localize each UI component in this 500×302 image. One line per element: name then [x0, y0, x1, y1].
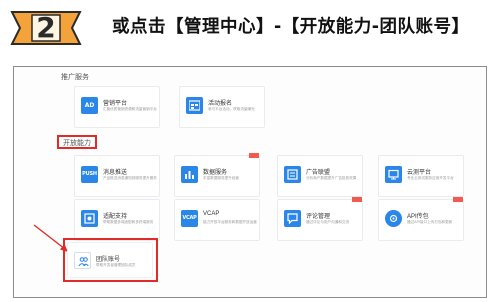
open-card-push[interactable]: PUSH 消息推送 产品推送消息通知到服务提升服务 — [74, 155, 160, 197]
new-tag — [453, 197, 463, 202]
step-number-badge: 2 — [8, 8, 84, 48]
step-number: 2 — [36, 11, 56, 44]
open-card-ad-union[interactable]: 广告联盟 分析商户数据提升广告投放效果 — [277, 155, 363, 197]
open-card-vcap[interactable]: VCAP VCAP 能力开放平台服务和数据开放运营 — [174, 199, 260, 241]
card-desc: 丰富数据服务提升经营 — [203, 176, 239, 180]
section-open-label: 开放能力 — [63, 140, 91, 147]
card-desc: 产品推送消息通知到服务提升服务 — [103, 176, 157, 180]
card-desc: 能力开放平台服务和数据开放运营 — [203, 220, 257, 224]
section-open-highlight: 开放能力 — [57, 135, 97, 149]
open-card-api[interactable]: API传包 通过API接口上传打包和更新 — [378, 197, 464, 241]
review-icon — [284, 210, 301, 227]
management-center-screenshot: 推广服务 AD 营销平台 汇聚优质营销资源和流量营销平台 活动报名 参与平台活动… — [13, 66, 487, 298]
team-users-icon — [74, 252, 91, 269]
cloud-monitor-icon — [385, 166, 402, 183]
api-icon — [385, 210, 402, 227]
card-title: 云测平台 — [407, 170, 432, 176]
card-title: 数据服务 — [203, 170, 228, 176]
section-promo-label: 推广服务 — [61, 74, 89, 81]
card-title: VCAP — [203, 211, 220, 217]
promo-card-activity[interactable]: 活动报名 参与平台活动，获取流量曝光 — [179, 86, 265, 128]
card-title: 适配支持 — [103, 214, 128, 220]
activity-grid-icon — [186, 97, 203, 114]
card-desc: 专业云测试服务应用开发平台 — [407, 176, 454, 180]
card-title: API传包 — [407, 214, 429, 220]
card-desc: 汇聚优质营销资源和流量营销平台 — [103, 107, 157, 111]
card-desc: 参与平台活动，获取流量曝光 — [208, 107, 255, 111]
open-card-cloud-test[interactable]: 云测平台 专业云测试服务应用开发平台 — [378, 155, 464, 197]
team-account-highlight: 团队账号 帮助开发者管理团队成员 — [63, 238, 158, 282]
data-chart-icon — [181, 166, 198, 183]
push-icon: PUSH — [81, 166, 98, 183]
card-title: 消息推送 — [103, 170, 128, 176]
ad-union-icon — [284, 166, 301, 183]
open-card-data[interactable]: 数据服务 丰富数据服务提升经营 — [174, 153, 260, 197]
card-desc: 帮助开发者管理团队成员 — [96, 263, 136, 267]
card-title: 团队账号 — [96, 257, 121, 263]
new-tag — [352, 197, 362, 202]
promo-card-marketing[interactable]: AD 营销平台 汇聚优质营销资源和流量营销平台 — [74, 86, 160, 128]
card-desc: 通过API接口上传打包和更新 — [407, 220, 453, 224]
card-title: 活动报名 — [208, 101, 233, 107]
card-title: 广告联盟 — [306, 170, 331, 176]
adapter-icon — [81, 210, 98, 227]
step-title: 或点击【管理中心】-【开放能力-团队账号】 — [112, 17, 470, 37]
open-card-team-account[interactable]: 团队账号 帮助开发者管理团队成员 — [67, 242, 153, 278]
vcap-icon: VCAP — [181, 210, 198, 227]
card-desc: 分析商户数据提升广告投放效果 — [306, 176, 357, 180]
step-header: 2 或点击【管理中心】-【开放能力-团队账号】 — [0, 0, 500, 56]
open-card-review[interactable]: 评论管理 通过评论与用户沟通和交流 — [277, 197, 363, 241]
card-desc: 帮助数据多端适配和多终端服务 — [103, 220, 154, 224]
open-card-adapter[interactable]: 适配支持 帮助数据多端适配和多终端服务 — [74, 199, 160, 241]
card-title: 评论管理 — [306, 214, 331, 220]
card-desc: 通过评论与用户沟通和交流 — [306, 220, 350, 224]
card-title: 营销平台 — [103, 101, 128, 107]
new-tag — [249, 153, 259, 158]
ad-icon: AD — [81, 97, 98, 114]
